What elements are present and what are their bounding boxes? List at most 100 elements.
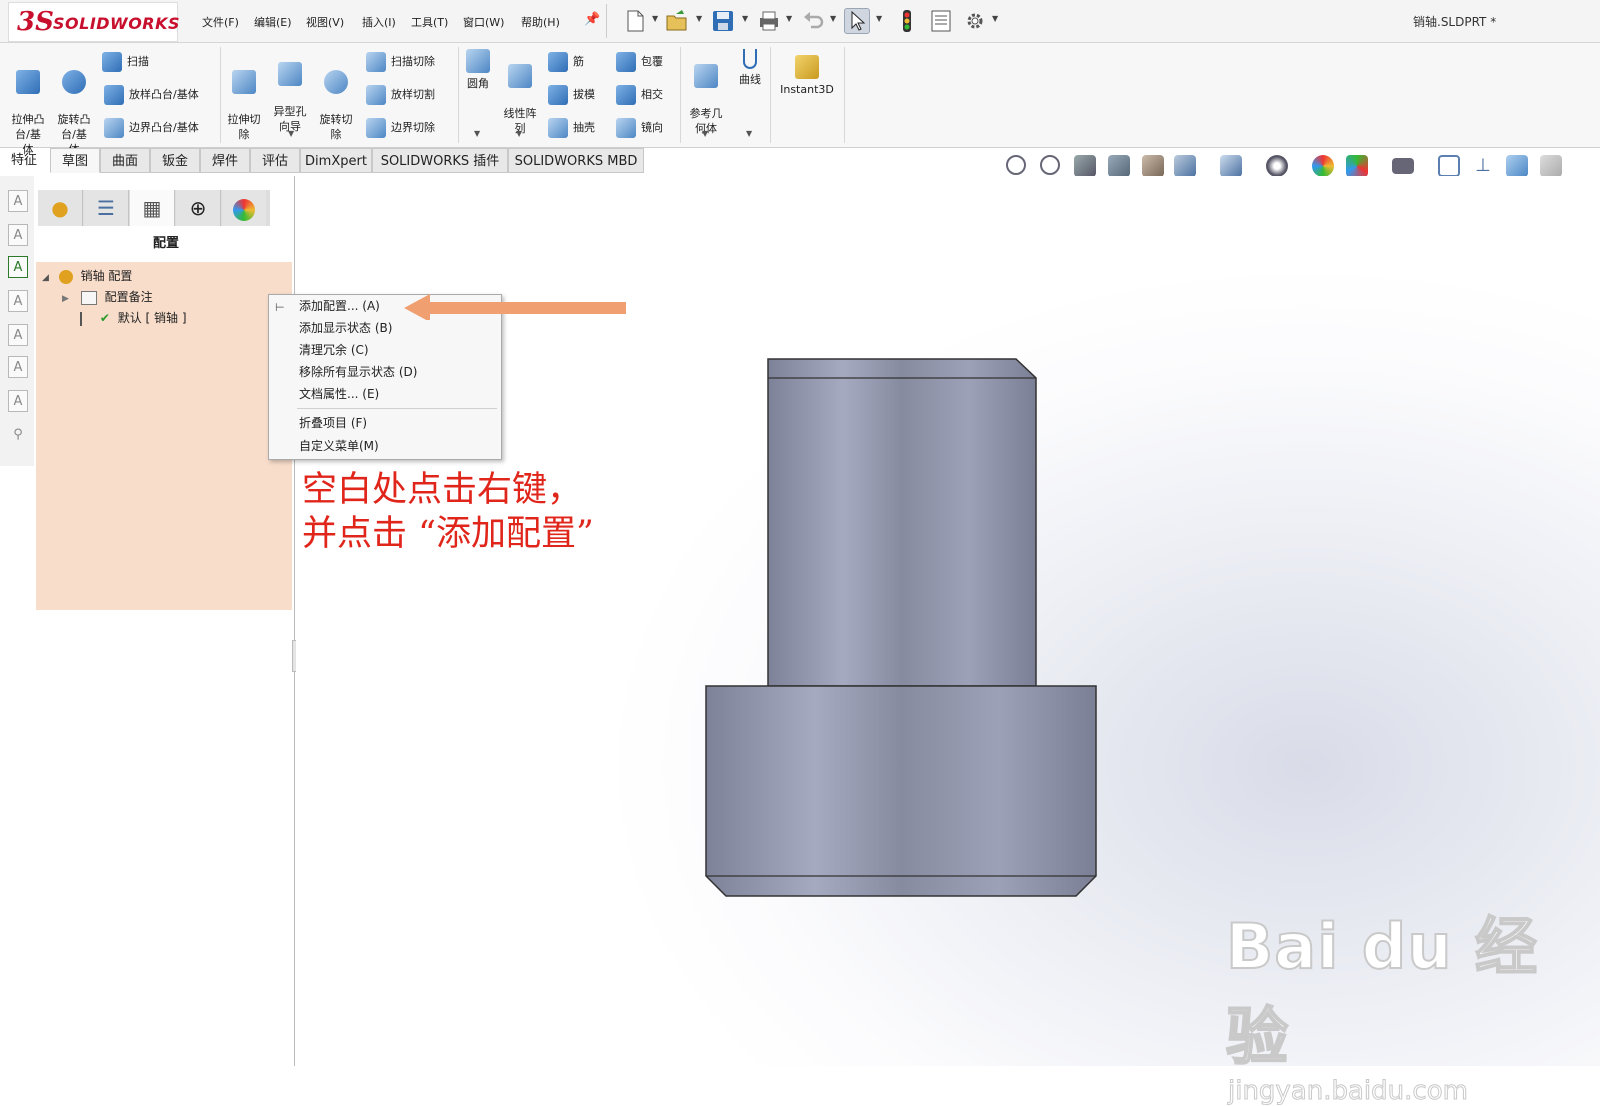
tab-surfaces[interactable]: 曲面 [100, 148, 150, 173]
tab-sketch[interactable]: 草图 [50, 148, 100, 173]
extrude-cut-button[interactable]: 拉伸切 除 [224, 55, 264, 142]
hole-wizard-button[interactable]: 异型孔 向导 [270, 47, 310, 134]
tab-features[interactable]: 特征 [0, 148, 48, 173]
chevron-down-icon[interactable]: ▼ [696, 14, 702, 23]
dynamic-annotation-icon[interactable] [1142, 155, 1164, 177]
apply-scene-icon[interactable] [1346, 155, 1368, 177]
loft-boss-button[interactable]: 放样凸台/基体 [104, 82, 199, 108]
menu-item-purge-unused[interactable]: 清理冗余 (C) [299, 339, 369, 361]
intersect-button[interactable]: 相交 [616, 82, 663, 108]
chevron-down-icon[interactable]: ▼ [474, 129, 480, 138]
view-cube-icon[interactable] [1540, 155, 1562, 177]
print-icon[interactable] [756, 8, 782, 34]
loft-cut-button[interactable]: 放样切割 [366, 82, 435, 108]
menu-help[interactable]: 帮助(H) [521, 14, 560, 30]
menu-item-remove-display-states[interactable]: 移除所有显示状态 (D) [299, 361, 417, 383]
configuration-manager-tab-icon[interactable]: ▦ [130, 190, 175, 226]
extrude-boss-button[interactable]: 拉伸凸 台/基 体 [6, 55, 50, 157]
mirror-button[interactable]: 镜向 [616, 115, 663, 141]
chevron-down-icon[interactable]: ▼ [702, 129, 708, 138]
open-folder-icon[interactable] [664, 8, 690, 34]
menu-insert[interactable]: 插入(I) [362, 14, 396, 30]
tab-evaluate[interactable]: 评估 [250, 148, 300, 173]
solidworks-logo[interactable]: 3S SOLIDWORKS [8, 2, 180, 42]
tab-solidworks-mbd[interactable]: SOLIDWORKS MBD [508, 148, 644, 173]
boundary-cut-button[interactable]: 边界切除 [366, 115, 435, 141]
isometric-view-icon[interactable] [1506, 155, 1528, 177]
annotation-icon[interactable]: A [8, 356, 28, 378]
tab-solidworks-addins[interactable]: SOLIDWORKS 插件 [372, 148, 508, 173]
annotation-icon[interactable]: A [8, 290, 28, 312]
new-document-icon[interactable] [622, 8, 648, 34]
view-orientation-icon[interactable] [1174, 155, 1196, 177]
display-manager-tab-icon[interactable] [222, 190, 266, 226]
annotation-icon[interactable]: A [8, 224, 28, 246]
rib-button[interactable]: 筋 [548, 49, 584, 75]
zoom-to-area-icon[interactable] [1040, 155, 1060, 175]
file-properties-icon[interactable] [928, 8, 954, 34]
normal-to-icon[interactable]: ⊥ [1472, 155, 1494, 177]
chevron-down-icon[interactable]: ▼ [742, 14, 748, 23]
chevron-down-icon[interactable]: ▼ [830, 14, 836, 23]
menu-item-add-configuration[interactable]: 添加配置... (A) [299, 295, 380, 317]
tree-item-config-notes[interactable]: ▶ 配置备注 [62, 287, 153, 307]
options-gear-icon[interactable] [962, 8, 988, 34]
fillet-button[interactable]: 圆角 [462, 49, 494, 91]
annotation-icon[interactable]: A [8, 390, 28, 412]
chevron-down-icon[interactable]: ▼ [652, 14, 658, 23]
menu-file[interactable]: 文件(F) [202, 14, 239, 30]
tab-dimxpert[interactable]: DimXpert [300, 148, 372, 173]
pin-icon[interactable]: 📌 [584, 12, 600, 27]
expand-arrow-icon[interactable]: ▶ [62, 294, 69, 304]
feature-manager-tab-icon[interactable]: ● [38, 190, 83, 226]
chevron-down-icon[interactable]: ▼ [992, 14, 998, 23]
chevron-down-icon[interactable]: ▼ [786, 14, 792, 23]
boundary-boss-button[interactable]: 边界凸台/基体 [104, 115, 199, 141]
zoom-to-fit-icon[interactable] [1006, 155, 1026, 175]
tab-sheet-metal[interactable]: 钣金 [150, 148, 200, 173]
reference-geometry-button[interactable]: 参考几 何体 [684, 49, 728, 136]
annotation-active-icon[interactable]: A [8, 256, 28, 278]
menu-item-add-display-state[interactable]: 添加显示状态 (B) [299, 317, 392, 339]
draft-button[interactable]: 拔模 [548, 82, 595, 108]
menu-window[interactable]: 窗口(W) [463, 14, 504, 30]
tree-item-default-config[interactable]: ✔ 默认 [ 销轴 ] [80, 308, 187, 328]
instant3d-button[interactable]: Instant3D [774, 55, 840, 97]
wrap-button[interactable]: 包覆 [616, 49, 663, 75]
link-icon[interactable]: ⚲ [8, 424, 28, 446]
sweep-button[interactable]: 扫描 [102, 49, 149, 75]
section-view-icon[interactable] [1108, 155, 1130, 177]
chevron-down-icon[interactable]: ▼ [288, 129, 294, 138]
revolve-boss-button[interactable]: 旋转凸 台/基 体 [52, 55, 96, 157]
menu-edit[interactable]: 编辑(E) [254, 14, 292, 30]
sweep-cut-button[interactable]: 扫描切除 [366, 49, 435, 75]
hide-show-items-icon[interactable] [1266, 155, 1288, 177]
display-style-icon[interactable] [1220, 155, 1242, 177]
property-manager-tab-icon[interactable]: ☰ [84, 190, 129, 226]
menu-item-collapse-items[interactable]: 折叠项目 (F) [299, 412, 367, 434]
select-pointer-icon[interactable] [844, 8, 870, 34]
linear-pattern-button[interactable]: 线性阵 列 [498, 49, 542, 136]
chevron-down-icon[interactable]: ▼ [876, 14, 882, 23]
tab-weldments[interactable]: 焊件 [200, 148, 250, 173]
curves-button[interactable]: 曲线 [732, 49, 768, 87]
menu-item-customize-menu[interactable]: 自定义菜单(M) [299, 435, 379, 457]
edit-appearance-icon[interactable] [1312, 155, 1334, 177]
rebuild-traffic-light-icon[interactable] [894, 8, 920, 34]
save-icon[interactable] [710, 8, 736, 34]
chevron-down-icon[interactable]: ▼ [516, 129, 522, 138]
view-settings-icon[interactable] [1392, 158, 1414, 174]
menu-item-document-properties[interactable]: 文档属性... (E) [299, 383, 379, 405]
expand-toggle-icon[interactable]: ◢ [42, 273, 49, 283]
previous-view-icon[interactable] [1074, 155, 1096, 177]
menu-tools[interactable]: 工具(T) [411, 14, 448, 30]
menu-view[interactable]: 视图(V) [306, 14, 344, 30]
revolve-cut-button[interactable]: 旋转切 除 [316, 55, 356, 142]
undo-icon[interactable] [800, 8, 826, 34]
chevron-down-icon[interactable]: ▼ [746, 129, 752, 138]
tree-root-configurations[interactable]: ◢ 销轴 配置 [42, 266, 132, 286]
annotation-icon[interactable]: A [8, 190, 28, 212]
shell-button[interactable]: 抽壳 [548, 115, 595, 141]
dimxpert-manager-tab-icon[interactable]: ⊕ [176, 190, 221, 226]
annotation-icon[interactable]: A [8, 324, 28, 346]
